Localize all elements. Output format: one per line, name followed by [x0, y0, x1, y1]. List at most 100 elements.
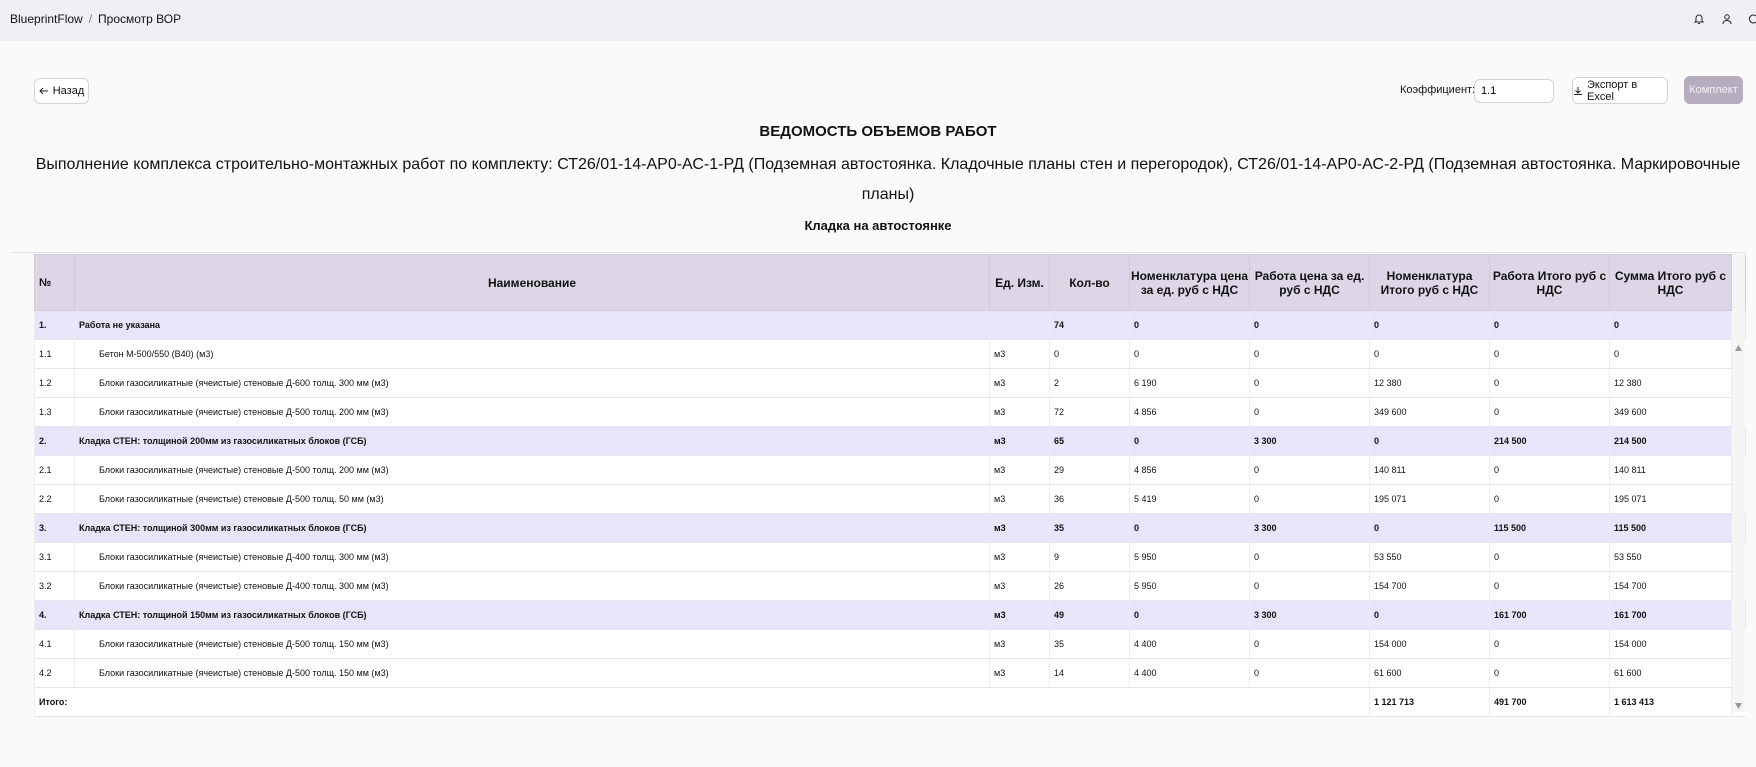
cell-unit: м3 [989, 368, 1050, 398]
cell-nomenclature-total: 0 [1369, 426, 1490, 456]
col-header-nomenclature-total: Номенклатура Итого руб с НДС [1369, 254, 1490, 311]
table-header-row: № Наименование Ед. Изм. Кол-во Номенклат… [34, 254, 1746, 311]
cell-sum-total: 12 380 [1609, 368, 1732, 398]
export-button-label: Экспорт в Excel [1586, 78, 1638, 103]
col-header-sum-total: Сумма Итого руб с НДС [1609, 254, 1732, 311]
cell-name: Бетон М-500/550 (В40) (м3) [74, 339, 990, 369]
section-title: Кладка на автостоянке [804, 218, 952, 233]
table-row[interactable]: 1.2 Блоки газосиликатные (ячеистые) стено… [34, 368, 1746, 398]
cell-unit: м3 [989, 397, 1050, 427]
cell-quantity: 2 [1049, 368, 1130, 398]
cell-nomenclature-total: 0 [1369, 339, 1490, 369]
cell-quantity: 29 [1049, 455, 1130, 485]
cell-work-price: 0 [1249, 542, 1370, 572]
cell-nomenclature-price: 5 950 [1129, 571, 1250, 601]
cell-nomenclature-price: 0 [1129, 600, 1250, 630]
cell-number: 2.1 [34, 455, 75, 485]
cell-unit: м3 [989, 339, 1050, 369]
top-bar: BlueprintFlow / Просмотр ВОР [0, 0, 1756, 41]
cell-work-price: 0 [1249, 339, 1370, 369]
cell-nomenclature-total: 1 121 713 [1369, 687, 1490, 717]
cell-work-total: 0 [1489, 571, 1610, 601]
cell-work-total: 0 [1489, 658, 1610, 688]
cell-work-total: 0 [1489, 484, 1610, 514]
table-row[interactable]: 3.1 Блоки газосиликатные (ячеистые) стено… [34, 542, 1746, 572]
cell-sum-total: 154 000 [1609, 629, 1732, 659]
table-group-row[interactable]: 3. Кладка СТЕН: толщиной 300мм из газосил… [34, 513, 1746, 543]
breadcrumb-home[interactable]: BlueprintFlow [10, 12, 83, 26]
cell-quantity: 72 [1049, 397, 1130, 427]
cell-work-total: 0 [1489, 397, 1610, 427]
cell-sum-total: 0 [1609, 339, 1732, 369]
table-group-row[interactable]: 4. Кладка СТЕН: толщиной 150мм из газосил… [34, 600, 1746, 630]
table-row[interactable]: 1.3 Блоки газосиликатные (ячеистые) стено… [34, 397, 1746, 427]
scroll-up-icon[interactable] [1734, 344, 1743, 352]
cell-number: 3.1 [34, 542, 75, 572]
table-row[interactable]: 2.2 Блоки газосиликатные (ячеистые) стено… [34, 484, 1746, 514]
cell-sum-total: 61 600 [1609, 658, 1732, 688]
user-icon[interactable] [1718, 10, 1736, 28]
cell-work-total: 491 700 [1489, 687, 1610, 717]
col-header-name: Наименование [74, 254, 990, 311]
cell-sum-total: 214 500 [1609, 426, 1732, 456]
cell-name: Блоки газосиликатные (ячеистые) стеновые… [74, 455, 990, 485]
cell-total-label: Итого: [34, 687, 1370, 717]
cell-nomenclature-price: 0 [1129, 339, 1250, 369]
komplekt-button[interactable]: Комплект [1684, 76, 1743, 104]
cell-quantity: 14 [1049, 658, 1130, 688]
bell-icon[interactable] [1690, 10, 1708, 28]
cell-nomenclature-total: 349 600 [1369, 397, 1490, 427]
cell-name: Работа не указана [74, 310, 990, 340]
table-row[interactable]: 4.1 Блоки газосиликатные (ячеистые) стено… [34, 629, 1746, 659]
cell-nomenclature-price: 0 [1129, 310, 1250, 340]
cell-work-total: 0 [1489, 310, 1610, 340]
cell-number: 1. [34, 310, 75, 340]
cell-work-price: 0 [1249, 310, 1370, 340]
coefficient-input[interactable] [1474, 79, 1554, 103]
cell-quantity: 74 [1049, 310, 1130, 340]
cell-work-price: 3 300 [1249, 513, 1370, 543]
cell-work-total: 161 700 [1489, 600, 1610, 630]
cell-work-total: 0 [1489, 629, 1610, 659]
cell-unit [989, 310, 1050, 340]
cell-number: 2. [34, 426, 75, 456]
cell-sum-total: 53 550 [1609, 542, 1732, 572]
table-group-row[interactable]: 1. Работа не указана 74 0 0 0 0 0 [34, 310, 1746, 340]
cell-work-total: 0 [1489, 368, 1610, 398]
cell-sum-total: 349 600 [1609, 397, 1732, 427]
cell-unit: м3 [989, 484, 1050, 514]
arrow-left-icon [39, 87, 48, 95]
cell-name: Кладка СТЕН: толщиной 300мм из газосилик… [74, 513, 990, 543]
back-button[interactable]: Назад [34, 78, 89, 104]
table-row[interactable]: 1.1 Бетон М-500/550 (В40) (м3) м3 0 0 0 0 0 0 [34, 339, 1746, 369]
back-button-label: Назад [52, 85, 85, 97]
cell-nomenclature-total: 53 550 [1369, 542, 1490, 572]
cell-number: 4.1 [34, 629, 75, 659]
divider [10, 252, 1746, 253]
col-header-quantity: Кол-во [1049, 254, 1130, 311]
table-row[interactable]: 4.2 Блоки газосиликатные (ячеистые) стено… [34, 658, 1746, 688]
cell-number: 1.2 [34, 368, 75, 398]
table-total-row: Итого: 1 121 713 491 700 1 613 413 [34, 687, 1746, 717]
cell-work-total: 0 [1489, 339, 1610, 369]
table-row[interactable]: 3.2 Блоки газосиликатные (ячеистые) стено… [34, 571, 1746, 601]
cell-nomenclature-total: 154 700 [1369, 571, 1490, 601]
cell-number: 1.1 [34, 339, 75, 369]
cell-unit: м3 [989, 455, 1050, 485]
cell-sum-total: 154 700 [1609, 571, 1732, 601]
table-group-row[interactable]: 2. Кладка СТЕН: толщиной 200мм из газосил… [34, 426, 1746, 456]
table-scrollbar[interactable] [1732, 254, 1745, 712]
export-excel-button[interactable]: Экспорт в Excel [1572, 77, 1668, 104]
cell-nomenclature-price: 0 [1129, 513, 1250, 543]
cell-nomenclature-price: 4 400 [1129, 658, 1250, 688]
cell-name: Блоки газосиликатные (ячеистые) стеновые… [74, 397, 990, 427]
table-row[interactable]: 2.1 Блоки газосиликатные (ячеистые) стено… [34, 455, 1746, 485]
logout-icon[interactable] [1744, 10, 1756, 28]
cell-unit: м3 [989, 513, 1050, 543]
scroll-down-icon[interactable] [1734, 702, 1743, 710]
cell-nomenclature-price: 4 856 [1129, 455, 1250, 485]
cell-quantity: 49 [1049, 600, 1130, 630]
cell-name: Блоки газосиликатные (ячеистые) стеновые… [74, 629, 990, 659]
vor-table-container: № Наименование Ед. Изм. Кол-во Номенклат… [34, 254, 1746, 717]
cell-work-price: 3 300 [1249, 426, 1370, 456]
